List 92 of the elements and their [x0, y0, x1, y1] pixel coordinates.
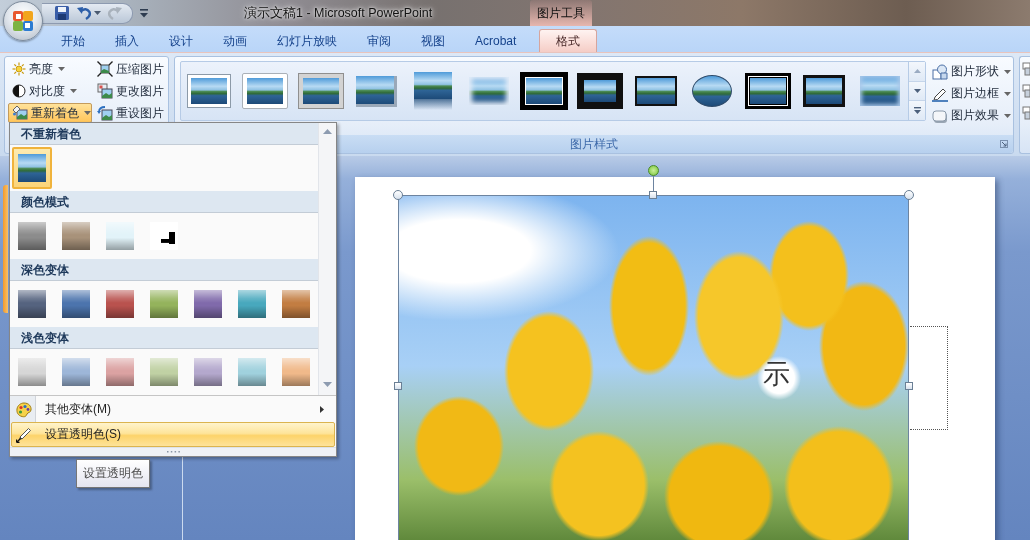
recolor-option-icon[interactable]: [106, 358, 134, 386]
picture-style-icon[interactable]: [186, 74, 231, 108]
stacked-squares-icon[interactable]: [1022, 62, 1030, 76]
recolor-option-icon[interactable]: [62, 358, 90, 386]
ribbon-tab[interactable]: 视图: [406, 29, 460, 52]
reset-picture-button[interactable]: 重设图片: [93, 103, 165, 123]
shapes-icon: [932, 63, 948, 80]
sun-icon: [12, 62, 26, 76]
caret-icon: [1004, 113, 1011, 118]
contrast-button[interactable]: 对比度: [8, 81, 92, 101]
scroll-down-icon[interactable]: [323, 382, 332, 388]
pencil-icon: [16, 426, 32, 443]
caret-icon: [1004, 69, 1011, 74]
section-header: 颜色模式: [10, 191, 318, 213]
resize-handle[interactable]: [393, 190, 403, 200]
recolor-icon: [12, 105, 28, 121]
contextual-tab-header: 图片工具: [530, 0, 592, 26]
slide-thumbnail-edge[interactable]: [3, 185, 8, 313]
palette-icon: [16, 401, 32, 418]
recolor-option-icon[interactable]: [238, 358, 266, 386]
recolor-option-icon[interactable]: [62, 222, 90, 250]
contrast-icon: [12, 84, 26, 98]
customize-toolbar-icon[interactable]: [139, 8, 149, 18]
more-variations-item[interactable]: 其他变体(M): [11, 397, 335, 423]
resize-handle[interactable]: [905, 382, 913, 390]
ribbon-tab[interactable]: 幻灯片放映: [262, 29, 352, 52]
recolor-option-icon[interactable]: [150, 290, 178, 318]
save-icon[interactable]: [54, 5, 70, 21]
tooltip: 设置透明色: [76, 459, 150, 488]
recolor-option-icon[interactable]: [12, 147, 52, 189]
compress-pictures-button[interactable]: 压缩图片: [93, 59, 165, 79]
picture-style-icon[interactable]: [635, 76, 678, 106]
recolor-option-icon[interactable]: [18, 290, 46, 318]
recolor-option-icon[interactable]: [282, 358, 310, 386]
ribbon-tab[interactable]: 设计: [154, 29, 208, 52]
picture-style-icon[interactable]: [520, 72, 569, 110]
office-logo-icon: [11, 9, 35, 33]
recolor-option-icon[interactable]: [62, 290, 90, 318]
picture-style-icon[interactable]: [413, 72, 452, 110]
resize-handle[interactable]: [394, 382, 402, 390]
picture-style-icon[interactable]: [241, 73, 288, 109]
recolor-option-icon[interactable]: [18, 222, 46, 250]
more-styles-icon[interactable]: [913, 107, 921, 115]
recolor-option-icon[interactable]: [194, 358, 222, 386]
undo-icon[interactable]: [76, 5, 92, 21]
caret-icon[interactable]: [94, 11, 101, 15]
resize-handle[interactable]: [649, 191, 657, 199]
scroll-down-icon[interactable]: [913, 89, 921, 93]
reset-picture-icon: [97, 105, 113, 121]
picture-style-icon[interactable]: [297, 73, 344, 109]
window-title: 演示文稿1 - Microsoft PowerPoint: [244, 4, 433, 22]
section-header: 深色变体: [10, 259, 318, 281]
change-picture-icon: [97, 83, 113, 99]
ribbon-tab[interactable]: 开始: [46, 29, 100, 52]
recolor-option-icon[interactable]: [150, 358, 178, 386]
picture-style-icon[interactable]: [577, 73, 624, 109]
picture-border-button[interactable]: 图片边框: [930, 83, 1013, 104]
compress-icon: [97, 61, 113, 77]
recolor-button[interactable]: 重新着色: [8, 103, 92, 123]
section-header: 浅色变体: [10, 327, 318, 349]
picture-style-icon[interactable]: [745, 73, 792, 109]
ribbon-tab[interactable]: 插入: [100, 29, 154, 52]
section-header: 不重新着色: [10, 123, 318, 145]
recolor-option-icon[interactable]: [282, 290, 310, 318]
recolor-option-icon[interactable]: [106, 290, 134, 318]
picture-style-icon[interactable]: [356, 75, 398, 107]
ribbon-tab[interactable]: Acrobat: [460, 29, 532, 52]
scroll-up-icon[interactable]: [913, 69, 921, 74]
glossy-shape-icon: [932, 107, 948, 124]
picture-shape-button[interactable]: 图片形状: [930, 61, 1013, 82]
dialog-launcher-icon[interactable]: [1000, 140, 1008, 148]
recolor-option-icon[interactable]: [18, 358, 46, 386]
caret-icon: [1004, 91, 1011, 96]
picture-effects-button[interactable]: 图片效果: [930, 105, 1013, 126]
resize-handle[interactable]: [904, 190, 914, 200]
brightness-button[interactable]: 亮度: [8, 59, 92, 79]
ribbon-tab[interactable]: 动画: [208, 29, 262, 52]
recolor-option-icon[interactable]: [238, 290, 266, 318]
recolor-option-icon[interactable]: [150, 222, 178, 250]
stacked-squares-icon[interactable]: [1022, 84, 1030, 98]
set-transparent-color-item[interactable]: 设置透明色(S): [11, 422, 335, 448]
photo-placeholder[interactable]: [398, 195, 909, 540]
ribbon-tab[interactable]: 格式: [539, 29, 598, 52]
picture-style-icon[interactable]: [803, 75, 846, 107]
stacked-squares-icon[interactable]: [1022, 106, 1030, 120]
recolor-option-icon[interactable]: [194, 290, 222, 318]
recolor-option-icon[interactable]: [106, 222, 134, 250]
change-picture-button[interactable]: 更改图片: [93, 81, 165, 101]
ribbon-tab[interactable]: 审阅: [352, 29, 406, 52]
group-label: 图片样式: [570, 135, 618, 153]
picture-style-icon[interactable]: [692, 75, 733, 107]
slide-title-text: 示: [763, 361, 790, 388]
